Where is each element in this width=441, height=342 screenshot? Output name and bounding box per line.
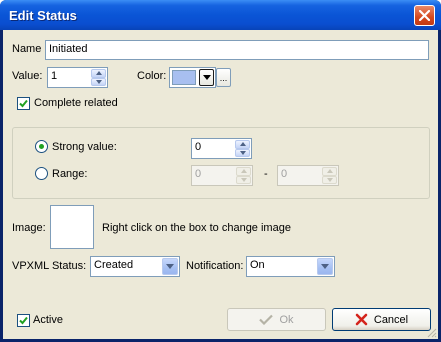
checkmark-icon: [259, 314, 274, 325]
arrow-down-icon: [239, 150, 246, 155]
range-radio[interactable]: [35, 167, 48, 180]
image-label: Image:: [12, 222, 46, 234]
image-hint: Right click on the box to change image: [102, 222, 291, 234]
notification-value: On: [250, 259, 265, 271]
ok-button-label: Ok: [279, 313, 294, 326]
name-label: Name: [12, 43, 42, 55]
color-label: Color:: [137, 70, 167, 82]
dialog-window: Edit Status Name Initiated Value: 1 Colo…: [0, 0, 441, 342]
value-label: Value:: [12, 70, 43, 82]
strong-value-radio[interactable]: [35, 140, 48, 153]
range-to-value: 0: [281, 168, 288, 180]
range-from-increment-button[interactable]: [236, 167, 251, 176]
vpxml-status-select[interactable]: Created: [90, 256, 180, 277]
notification-dropdown-button[interactable]: [317, 258, 333, 275]
range-from-spin-buttons: [236, 167, 251, 184]
checkmark-icon: [19, 99, 28, 108]
arrow-up-icon: [95, 71, 102, 76]
strong-value-decrement-button[interactable]: [235, 148, 250, 157]
active-checkbox[interactable]: [17, 314, 30, 327]
color-dropdown-button[interactable]: [199, 69, 214, 86]
checkmark-icon: [19, 316, 28, 325]
chevron-down-icon: [321, 264, 329, 269]
arrow-up-icon: [240, 169, 247, 174]
dialog-body: Name Initiated Value: 1 Color: ... Compl…: [3, 30, 438, 339]
ok-button[interactable]: Ok: [227, 308, 326, 331]
arrow-down-icon: [95, 79, 102, 84]
strong-value-label: Strong value:: [52, 141, 117, 153]
window-title: Edit Status: [9, 8, 77, 23]
title-bar[interactable]: Edit Status: [0, 0, 441, 30]
value-spin-buttons: [91, 69, 106, 86]
notification-select[interactable]: On: [246, 256, 335, 277]
active-label: Active: [33, 314, 63, 326]
chevron-down-icon: [166, 264, 174, 269]
color-more-button[interactable]: ...: [216, 68, 231, 87]
range-separator: -: [264, 168, 268, 180]
strong-value-stepper-value: 0: [195, 141, 202, 153]
radio-selected-dot: [39, 144, 44, 149]
color-picker[interactable]: [169, 67, 216, 88]
strong-value-spin-buttons: [235, 140, 250, 157]
notification-label: Notification:: [186, 260, 244, 272]
image-box[interactable]: [50, 205, 94, 249]
close-button[interactable]: [414, 5, 435, 26]
arrow-down-icon: [240, 177, 247, 182]
color-swatch: [172, 70, 196, 85]
value-stepper-value: 1: [51, 70, 58, 82]
cancel-x-icon: [355, 313, 368, 326]
value-stepper[interactable]: 1: [47, 67, 108, 88]
arrow-down-icon: [326, 177, 333, 182]
range-to-stepper[interactable]: 0: [277, 165, 339, 186]
complete-related-label: Complete related: [34, 97, 118, 109]
range-from-value: 0: [195, 168, 202, 180]
range-to-increment-button[interactable]: [322, 167, 337, 176]
arrow-up-icon: [326, 169, 333, 174]
name-input[interactable]: Initiated: [45, 40, 429, 60]
range-from-decrement-button[interactable]: [236, 175, 251, 184]
vpxml-status-dropdown-button[interactable]: [162, 258, 178, 275]
range-to-decrement-button[interactable]: [322, 175, 337, 184]
arrow-up-icon: [239, 142, 246, 147]
vpxml-status-label: VPXML Status:: [12, 260, 87, 272]
strong-value-stepper[interactable]: 0: [191, 138, 252, 159]
complete-related-checkbox[interactable]: [17, 97, 30, 110]
cancel-button[interactable]: Cancel: [332, 308, 431, 331]
cancel-button-label: Cancel: [373, 313, 409, 326]
strong-value-increment-button[interactable]: [235, 140, 250, 149]
color-more-label: ...: [219, 72, 228, 83]
vpxml-status-value: Created: [94, 259, 134, 271]
resize-grip-icon[interactable]: [425, 326, 437, 338]
value-increment-button[interactable]: [91, 69, 106, 78]
chevron-down-icon: [202, 75, 211, 80]
name-input-value: Initiated: [49, 43, 88, 55]
value-decrement-button[interactable]: [91, 77, 106, 86]
range-label: Range:: [52, 168, 88, 180]
range-to-spin-buttons: [322, 167, 337, 184]
close-icon: [419, 10, 430, 21]
range-from-stepper[interactable]: 0: [191, 165, 253, 186]
